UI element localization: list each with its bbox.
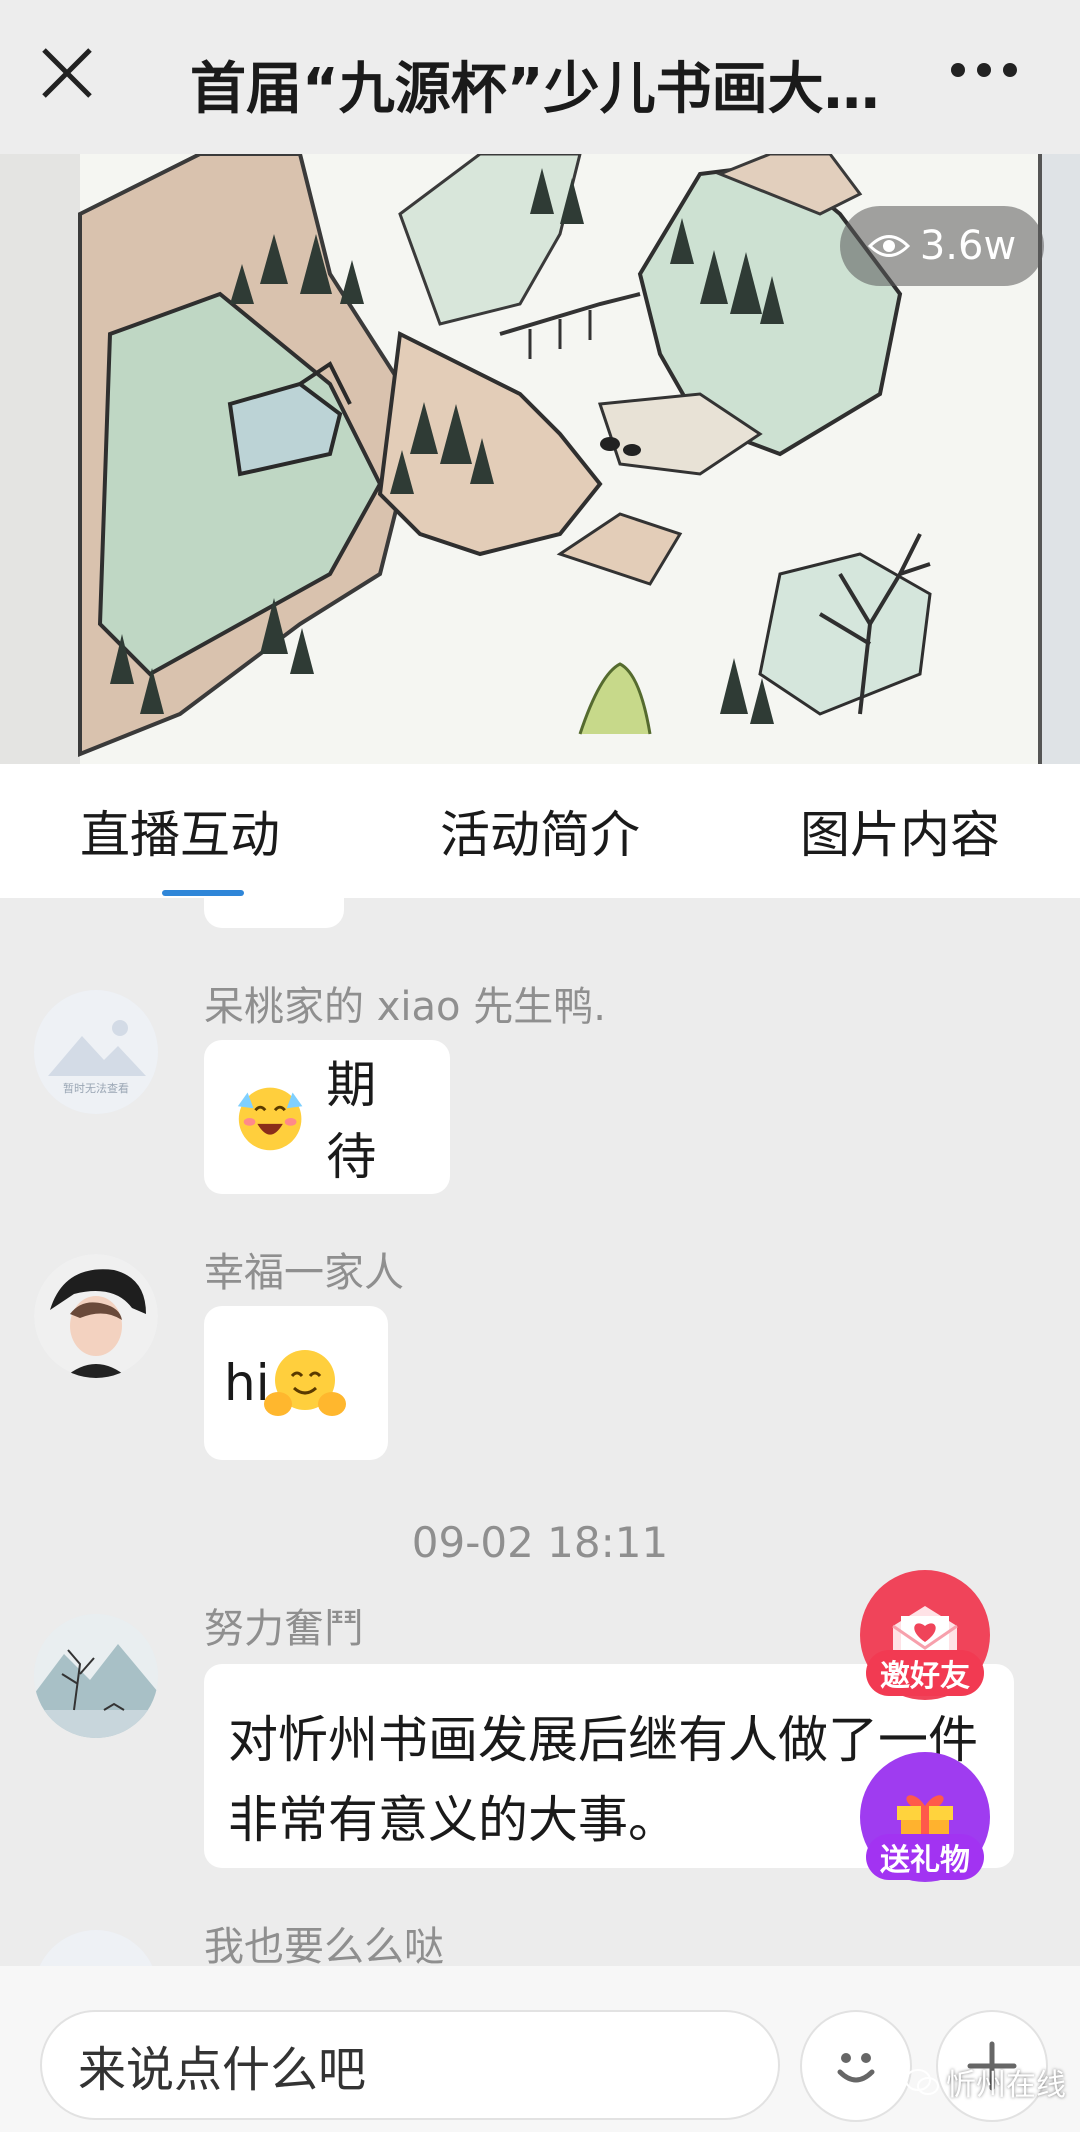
message-username: 努力奮鬥 — [204, 1606, 364, 1652]
tab-event-intro[interactable]: 活动简介 — [360, 764, 720, 898]
chat-bubble: hi — [204, 1306, 388, 1460]
avatar[interactable] — [34, 1254, 158, 1378]
message-username: 呆桃家的 xiao 先生鸭. — [204, 984, 606, 1030]
avatar-placeholder[interactable] — [34, 1930, 158, 1966]
message-username: 幸福一家人 — [204, 1250, 404, 1296]
excited-face-emoji — [237, 1087, 303, 1151]
comment-input[interactable]: 来说点什么吧 — [40, 2010, 780, 2120]
send-gift-label[interactable]: 送礼物 — [866, 1834, 984, 1880]
avatar[interactable] — [34, 1614, 158, 1738]
chat-bubble: 期待 — [204, 1040, 450, 1194]
watermark-text: 忻州在线 — [946, 2068, 1066, 2103]
page-title: 首届“九源杯”少儿书画大… — [190, 57, 880, 122]
avatar-caption: 暂时无法查看 — [63, 1081, 129, 1095]
watermark: 忻州在线 — [904, 2060, 1066, 2104]
message-timestamp: 09-02 18:11 — [411, 1518, 669, 1567]
hugging-face-emoji — [263, 1350, 346, 1416]
top-bar: 首届“九源杯”少儿书画大… — [0, 0, 1080, 154]
eye-icon — [867, 235, 910, 257]
comment-bar: 来说点什么吧 — [0, 1966, 1080, 2132]
tab-live-interaction[interactable]: 直播互动 — [0, 764, 360, 898]
viewer-count: 3.6w — [919, 223, 1017, 269]
message-username: 我也要么么哒 — [204, 1924, 444, 1966]
smiley-icon — [837, 2053, 875, 2083]
more-dots-icon[interactable] — [948, 50, 1020, 90]
viewer-count-badge: 3.6w — [840, 206, 1044, 286]
close-icon[interactable] — [38, 40, 98, 108]
message-text: 期待 — [326, 1056, 377, 1186]
wechat-icon — [905, 2069, 939, 2095]
invite-friend-label[interactable]: 邀好友 — [866, 1650, 984, 1696]
tab-bar: 直播互动 活动简介 图片内容 — [0, 764, 1080, 898]
tab-picture-content[interactable]: 图片内容 — [720, 764, 1080, 898]
active-tab-indicator — [162, 890, 244, 896]
chat-bubble-partial — [204, 898, 344, 928]
emoji-button[interactable] — [800, 2010, 912, 2122]
avatar-placeholder[interactable]: 暂时无法查看 — [34, 990, 158, 1114]
